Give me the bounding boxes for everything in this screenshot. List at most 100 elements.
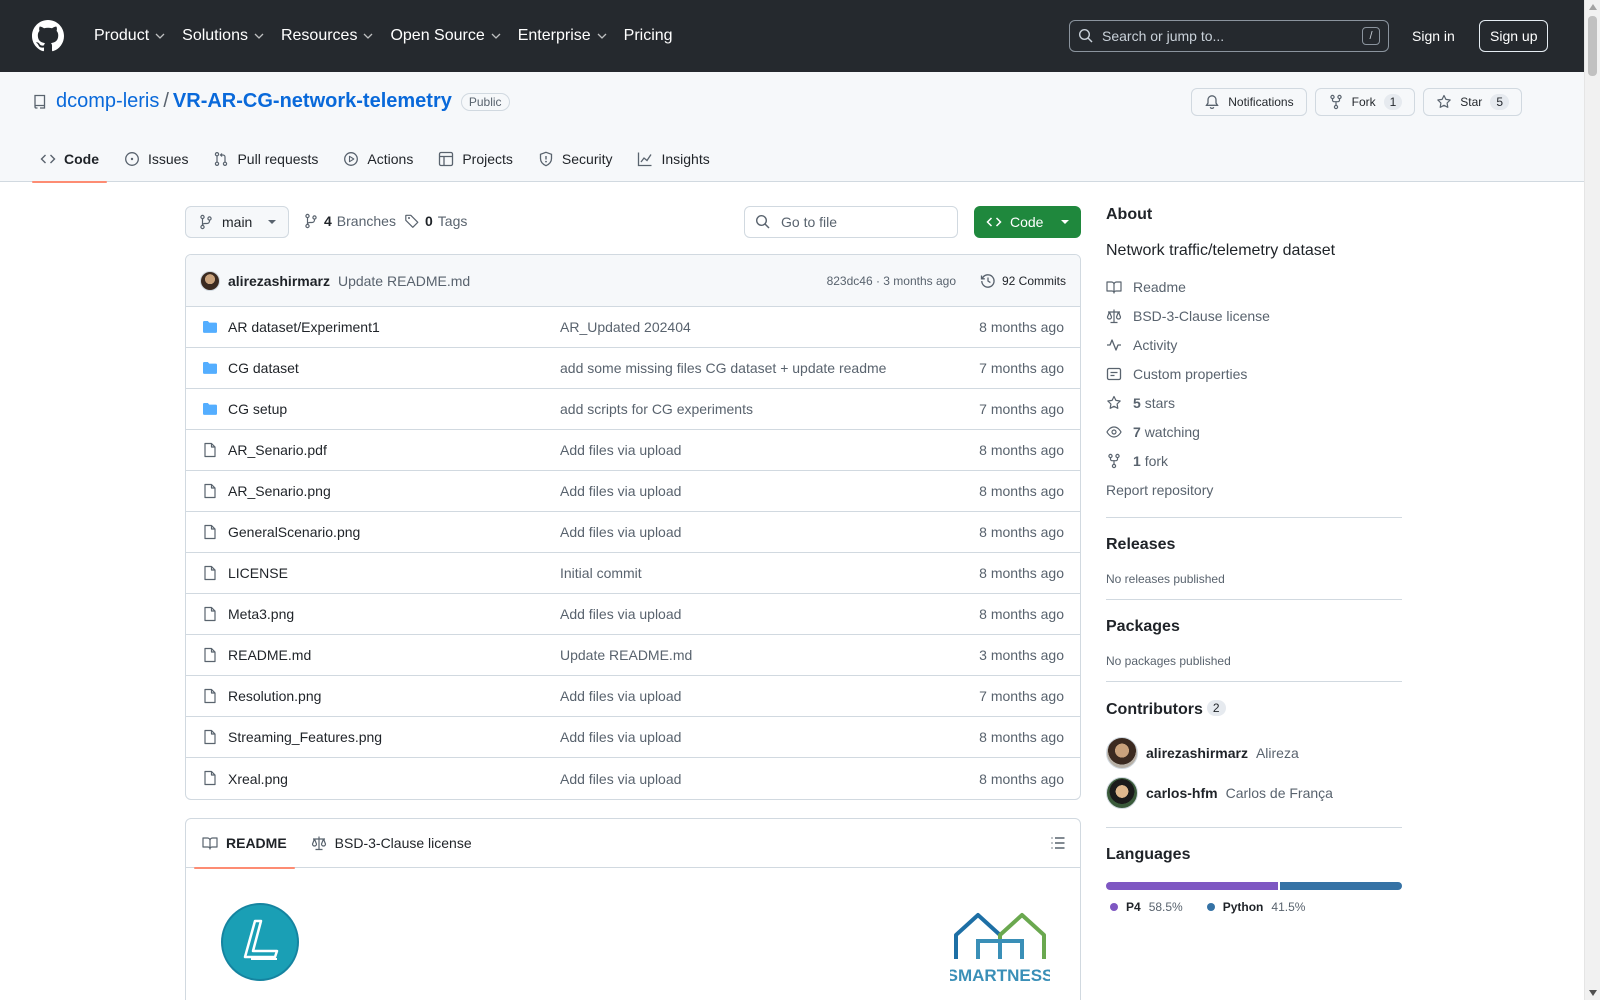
tab-insights[interactable]: Insights xyxy=(629,136,717,182)
repo-actions: Notifications Fork 1 Star 5 xyxy=(1191,88,1522,116)
file-row[interactable]: Xreal.png Add files via upload 8 months ag… xyxy=(186,758,1080,799)
file-commit-message-link[interactable]: add scripts for CG experiments xyxy=(560,401,753,417)
tab-pull-requests[interactable]: Pull requests xyxy=(205,136,326,182)
packages-heading[interactable]: Packages xyxy=(1106,618,1402,636)
file-row[interactable]: Streaming_Features.png Add files via uplo… xyxy=(186,717,1080,758)
file-commit-message-link[interactable]: Add files via upload xyxy=(560,729,681,745)
tab-license[interactable]: BSD-3-Clause license xyxy=(303,819,480,868)
file-type-icon xyxy=(202,442,218,458)
nav-pricing[interactable]: Pricing xyxy=(616,20,681,52)
language-item[interactable]: P4 58.5% xyxy=(1110,900,1183,914)
scroll-up-arrow-icon[interactable] xyxy=(1589,4,1597,10)
nav-open-source[interactable]: Open Source xyxy=(382,20,509,52)
file-name-link[interactable]: README.md xyxy=(228,647,311,663)
file-commit-message-link[interactable]: AR_Updated 202404 xyxy=(560,319,691,335)
github-logo-icon[interactable] xyxy=(32,20,64,52)
go-to-file-input[interactable]: Go to file xyxy=(744,206,958,238)
file-name-link[interactable]: AR_Senario.png xyxy=(228,483,331,499)
file-commit-message-link[interactable]: Add files via upload xyxy=(560,524,681,540)
language-bar-segment[interactable] xyxy=(1106,882,1278,890)
file-name-link[interactable]: Meta3.png xyxy=(228,606,294,622)
file-row[interactable]: Meta3.png Add files via upload 8 months ag… xyxy=(186,594,1080,635)
file-name-link[interactable]: AR dataset/Experiment1 xyxy=(228,319,380,335)
readme-link[interactable]: Readme xyxy=(1106,272,1402,301)
file-commit-age: 8 months ago xyxy=(979,442,1064,458)
tab-actions[interactable]: Actions xyxy=(335,136,421,182)
commit-message-link[interactable]: Update README.md xyxy=(338,273,470,289)
file-row[interactable]: Resolution.png Add files via upload 7 mont… xyxy=(186,676,1080,717)
tab-code[interactable]: Code xyxy=(32,136,107,183)
code-download-button[interactable]: Code xyxy=(974,206,1081,238)
sign-up-button[interactable]: Sign up xyxy=(1479,20,1549,52)
file-commit-message-link[interactable]: Initial commit xyxy=(560,565,642,581)
nav-enterprise[interactable]: Enterprise xyxy=(510,20,616,52)
tab-issues[interactable]: Issues xyxy=(116,136,196,182)
file-commit-message-link[interactable]: Add files via upload xyxy=(560,606,681,622)
file-name-link[interactable]: Resolution.png xyxy=(228,688,321,704)
file-row[interactable]: GeneralScenario.png Add files via upload 8… xyxy=(186,512,1080,553)
file-name-link[interactable]: GeneralScenario.png xyxy=(228,524,360,540)
watching-link[interactable]: 7 watching xyxy=(1106,417,1402,446)
language-bar-segment[interactable] xyxy=(1279,882,1402,890)
commit-hash-and-time[interactable]: 823dc46 · 3 months ago xyxy=(827,274,956,288)
list-outline-icon[interactable] xyxy=(1050,835,1066,851)
scrollbar-thumb[interactable] xyxy=(1588,16,1597,76)
file-name-link[interactable]: Xreal.png xyxy=(228,771,288,787)
report-repository-link[interactable]: Report repository xyxy=(1106,475,1402,504)
file-name-link[interactable]: CG setup xyxy=(228,401,287,417)
file-commit-message-link[interactable]: add some missing files CG dataset + upda… xyxy=(560,360,886,376)
tab-readme[interactable]: README xyxy=(194,819,295,869)
book-icon xyxy=(1106,280,1122,294)
global-search-input[interactable]: Search or jump to... / xyxy=(1069,20,1389,52)
contributor-fullname: Alireza xyxy=(1255,745,1299,761)
stars-link[interactable]: 5 stars xyxy=(1106,388,1402,417)
file-row[interactable]: LICENSE Initial commit 8 months ago xyxy=(186,553,1080,594)
file-commit-message-link[interactable]: Add files via upload xyxy=(560,771,681,787)
file-row[interactable]: CG dataset add some missing files CG data… xyxy=(186,348,1080,389)
repo-name-link[interactable]: VR-AR-CG-network-telemetry xyxy=(173,90,452,113)
tab-projects[interactable]: Projects xyxy=(430,136,521,182)
file-name-link[interactable]: LICENSE xyxy=(228,565,288,581)
nav-product[interactable]: Product xyxy=(86,20,174,52)
custom-properties-link[interactable]: Custom properties xyxy=(1106,359,1402,388)
global-header: Product Solutions Resources Open Source … xyxy=(0,0,1584,72)
file-commit-message-link[interactable]: Add files via upload xyxy=(560,442,681,458)
file-name-link[interactable]: CG dataset xyxy=(228,360,299,376)
fork-button[interactable]: Fork 1 xyxy=(1314,88,1416,116)
avatar[interactable] xyxy=(200,270,220,291)
branch-selector[interactable]: main xyxy=(185,206,289,238)
file-row[interactable]: CG setup add scripts for CG experiments 7 … xyxy=(186,389,1080,430)
sign-in-link[interactable]: Sign in xyxy=(1404,22,1463,50)
forks-link[interactable]: 1 fork xyxy=(1106,446,1402,475)
file-commit-message-link[interactable]: Update README.md xyxy=(560,647,692,663)
tags-link[interactable]: 0 Tags xyxy=(404,213,467,229)
nav-solutions[interactable]: Solutions xyxy=(174,20,273,52)
file-row[interactable]: AR_Senario.png Add files via upload 8 mont… xyxy=(186,471,1080,512)
file-commit-message-link[interactable]: Add files via upload xyxy=(560,483,681,499)
commit-author-link[interactable]: alirezashirmarz xyxy=(228,273,330,289)
scroll-down-arrow-icon[interactable] xyxy=(1589,990,1597,996)
activity-link[interactable]: Activity xyxy=(1106,330,1402,359)
file-commit-age: 7 months ago xyxy=(979,688,1064,704)
nav-resources[interactable]: Resources xyxy=(273,20,382,52)
releases-heading[interactable]: Releases xyxy=(1106,536,1402,554)
contributor-item[interactable]: carlos-hfm Carlos de França xyxy=(1106,773,1402,813)
branches-link[interactable]: 4 Branches xyxy=(303,213,396,229)
file-name-link[interactable]: Streaming_Features.png xyxy=(228,729,382,745)
license-link[interactable]: BSD-3-Clause license xyxy=(1106,301,1402,330)
commits-history-link[interactable]: 92 Commits xyxy=(980,273,1066,289)
readme-panel: README BSD-3-Clause license SMARTNESS xyxy=(185,818,1081,1000)
contributor-item[interactable]: alirezashirmarz Alireza xyxy=(1106,733,1402,773)
notifications-button[interactable]: Notifications xyxy=(1191,88,1307,116)
file-row[interactable]: README.md Update README.md 3 months ago xyxy=(186,635,1080,676)
contributors-heading[interactable]: Contributors 2 xyxy=(1106,700,1402,719)
tab-security[interactable]: Security xyxy=(530,136,621,182)
star-button[interactable]: Star 5 xyxy=(1423,88,1522,116)
file-row[interactable]: AR dataset/Experiment1 AR_Updated 202404 8… xyxy=(186,307,1080,348)
file-commit-message-link[interactable]: Add files via upload xyxy=(560,688,681,704)
file-row[interactable]: AR_Senario.pdf Add files via upload 8 mont… xyxy=(186,430,1080,471)
page-scrollbar[interactable] xyxy=(1584,0,1600,1000)
repo-owner-link[interactable]: dcomp-leris xyxy=(56,90,159,113)
file-name-link[interactable]: AR_Senario.pdf xyxy=(228,442,327,458)
language-item[interactable]: Python 41.5% xyxy=(1206,900,1305,914)
